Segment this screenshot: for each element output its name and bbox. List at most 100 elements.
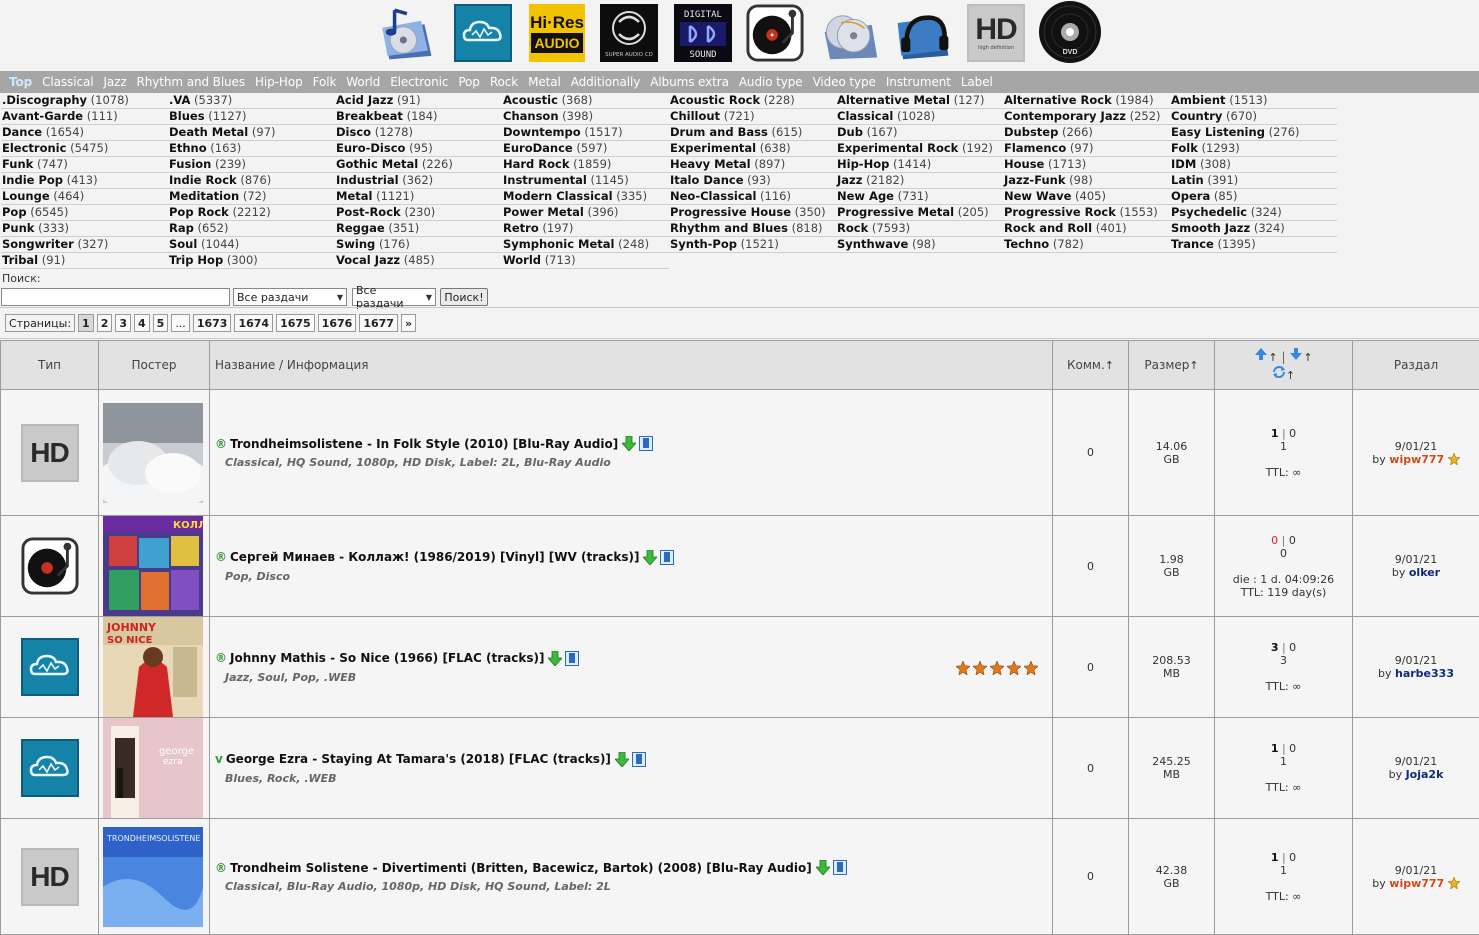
rating-star-icon[interactable] (990, 661, 1004, 675)
nav-item-world[interactable]: World (341, 75, 385, 89)
headphones-folder-icon[interactable] (894, 4, 952, 62)
page-button[interactable]: 1673 (193, 314, 232, 332)
torrent-title-link[interactable]: Trondheimsolistene - In Folk Style (2010… (230, 437, 618, 451)
genre-item[interactable]: Neo-Classical (116) (669, 189, 836, 205)
genre-item[interactable]: Blues (1127) (168, 109, 335, 125)
turntable-icon[interactable] (746, 4, 804, 62)
genre-item[interactable]: Acoustic (368) (502, 93, 669, 109)
page-button[interactable]: 1674 (234, 314, 273, 332)
seeders-arrow-icon[interactable] (1254, 347, 1268, 361)
table-row[interactable]: HDTRONDHEIMSOLISTENE®Trondheim Solistene… (1, 819, 1479, 935)
next-page-button[interactable]: » (401, 314, 416, 332)
genre-item[interactable]: Meditation (72) (168, 189, 335, 205)
nav-item-metal[interactable]: Metal (523, 75, 566, 89)
genre-item[interactable]: Alternative Rock (1984) (1003, 93, 1170, 109)
nav-item-folk[interactable]: Folk (308, 75, 342, 89)
genre-item[interactable]: Smooth Jazz (324) (1170, 221, 1337, 237)
table-row[interactable]: HD®Trondheimsolistene - In Folk Style (2… (1, 390, 1479, 516)
nav-item-label[interactable]: Label (956, 75, 998, 89)
uploader-link[interactable]: wipw777 (1389, 877, 1444, 890)
cell-poster[interactable] (99, 390, 210, 516)
genre-item[interactable]: Italo Dance (93) (669, 173, 836, 189)
download-arrow-icon[interactable] (615, 752, 629, 767)
genre-item[interactable]: Funk (747) (1, 157, 168, 173)
genre-item[interactable]: IDM (308) (1170, 157, 1337, 173)
page-button[interactable]: 3 (115, 314, 131, 332)
genre-item[interactable]: Trip Hop (300) (168, 253, 335, 269)
col-header-section[interactable]: Раздал (1353, 341, 1479, 390)
digital-sound-icon[interactable]: DIGITAL SOUND (674, 4, 732, 62)
genre-item[interactable]: Progressive Metal (205) (836, 205, 1003, 221)
rating-stars[interactable] (956, 661, 1038, 675)
genre-item[interactable]: Avant-Garde (111) (1, 109, 168, 125)
dvd-disc-icon[interactable]: DVD (1038, 0, 1104, 66)
table-row[interactable]: JOHNNYSO NICE®Johnny Mathis - So Nice (1… (1, 617, 1479, 718)
torrent-title-link[interactable]: Johnny Mathis - So Nice (1966) [FLAC (tr… (230, 651, 544, 665)
torrent-title-link[interactable]: Сергей Минаев - Коллаж! (1986/2019) [Vin… (230, 550, 639, 564)
genre-item[interactable]: New Wave (405) (1003, 189, 1170, 205)
genre-item[interactable]: Alternative Metal (127) (836, 93, 1003, 109)
download-arrow-icon[interactable] (816, 860, 830, 875)
nav-item-pop[interactable]: Pop (453, 75, 484, 89)
cell-type[interactable] (1, 718, 99, 819)
page-button[interactable]: 1675 (276, 314, 315, 332)
rating-star-icon[interactable] (1007, 661, 1021, 675)
uploader-link[interactable]: harbe333 (1395, 667, 1454, 680)
genre-item[interactable]: Opera (85) (1170, 189, 1337, 205)
genre-item[interactable]: Progressive Rock (1553) (1003, 205, 1170, 221)
genre-item[interactable]: Drum and Bass (615) (669, 125, 836, 141)
genre-item[interactable]: Chillout (721) (669, 109, 836, 125)
uploader-link[interactable]: wipw777 (1389, 453, 1444, 466)
bookmark-icon[interactable] (632, 752, 646, 767)
genre-item[interactable]: Psychedelic (324) (1170, 205, 1337, 221)
genre-item[interactable]: Death Metal (97) (168, 125, 335, 141)
col-header-size[interactable]: Размер↑ (1129, 341, 1215, 390)
genre-item[interactable]: Dubstep (266) (1003, 125, 1170, 141)
genre-item[interactable]: Hip-Hop (1414) (836, 157, 1003, 173)
sacd-icon[interactable]: SUPER AUDIO CD (600, 4, 658, 62)
genre-item[interactable]: Euro-Disco (95) (335, 141, 502, 157)
genre-item[interactable]: World (713) (502, 253, 669, 269)
col-header-peers[interactable]: ↑ | ↑ ↑ (1215, 341, 1353, 390)
genre-item[interactable]: Instrumental (1145) (502, 173, 669, 189)
genre-item[interactable]: New Age (731) (836, 189, 1003, 205)
genre-item[interactable]: Rock (7593) (836, 221, 1003, 237)
genre-item[interactable]: Easy Listening (276) (1170, 125, 1337, 141)
genre-item[interactable]: Hard Rock (1859) (502, 157, 669, 173)
nav-item-classical[interactable]: Classical (37, 75, 98, 89)
genre-item[interactable]: Heavy Metal (897) (669, 157, 836, 173)
cell-poster[interactable]: КОЛЛАЖ! (99, 516, 210, 617)
genre-item[interactable]: Contemporary Jazz (252) (1003, 109, 1170, 125)
uploader-link[interactable]: olker (1409, 566, 1440, 579)
genre-item[interactable]: Progressive House (350) (669, 205, 836, 221)
nav-item-instrument[interactable]: Instrument (881, 75, 956, 89)
genre-item[interactable]: Songwriter (327) (1, 237, 168, 253)
nav-item-rock[interactable]: Rock (485, 75, 523, 89)
releases-filter-select-1[interactable]: Все раздачи ▼ (233, 288, 347, 306)
genre-item[interactable]: Experimental (638) (669, 141, 836, 157)
genre-item[interactable]: Tribal (91) (1, 253, 168, 269)
refresh-icon[interactable] (1272, 365, 1286, 379)
discs-folder-icon[interactable] (821, 4, 879, 62)
genre-item[interactable]: Post-Rock (230) (335, 205, 502, 221)
download-arrow-icon[interactable] (548, 651, 562, 666)
genre-item[interactable]: Jazz (2182) (836, 173, 1003, 189)
nav-item-rhythm-and-blues[interactable]: Rhythm and Blues (132, 75, 250, 89)
genre-item[interactable]: Industrial (362) (335, 173, 502, 189)
cell-type[interactable]: HD (1, 390, 99, 516)
col-header-comments[interactable]: Комм.↑ (1053, 341, 1129, 390)
bookmark-icon[interactable] (565, 651, 579, 666)
genre-item[interactable]: Retro (197) (502, 221, 669, 237)
genre-item[interactable]: Metal (1121) (335, 189, 502, 205)
col-header-type[interactable]: Тип (1, 341, 99, 390)
genre-item[interactable]: Gothic Metal (226) (335, 157, 502, 173)
genre-item[interactable]: Lounge (464) (1, 189, 168, 205)
genre-item[interactable]: Swing (176) (335, 237, 502, 253)
genre-item[interactable]: Acoustic Rock (228) (669, 93, 836, 109)
genre-item[interactable]: Ethno (163) (168, 141, 335, 157)
nav-item-audio-type[interactable]: Audio type (734, 75, 808, 89)
genre-item[interactable]: .VA (5337) (168, 93, 335, 109)
cell-poster[interactable]: JOHNNYSO NICE (99, 617, 210, 718)
genre-item[interactable]: Country (670) (1170, 109, 1337, 125)
poster-1[interactable] (103, 403, 203, 503)
